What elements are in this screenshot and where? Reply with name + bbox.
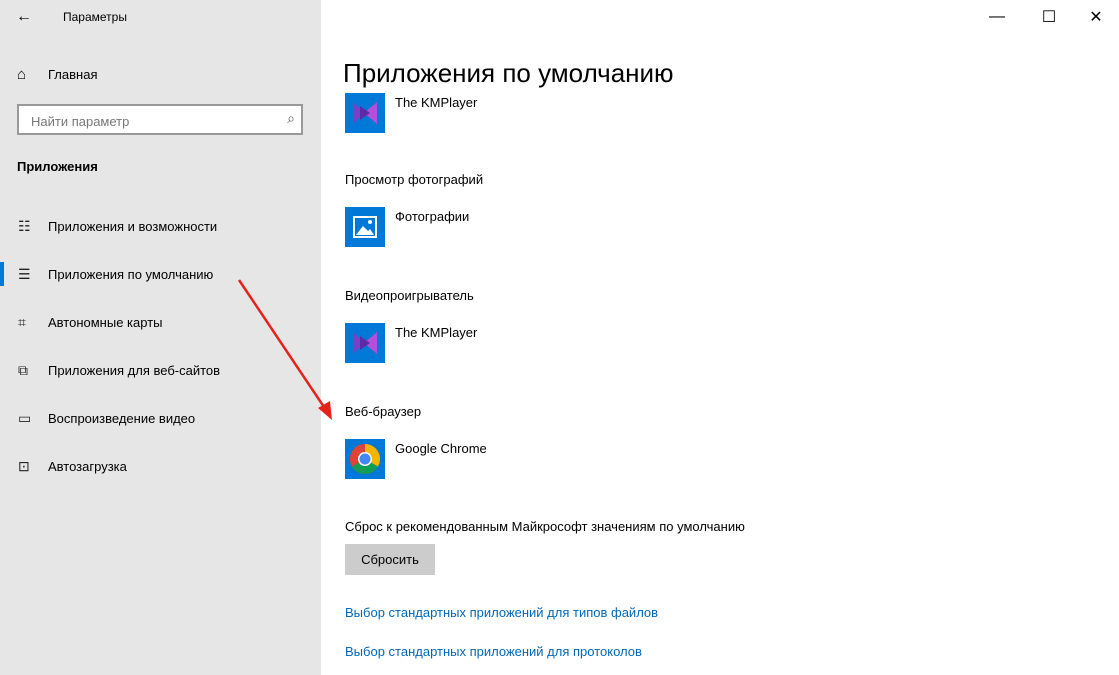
page-title: Приложения по умолчанию [343,58,674,88]
photos-icon [345,207,385,247]
default-app-top[interactable]: The KMPlayer [345,93,477,133]
app-name: The KMPlayer [395,325,478,340]
maximize-icon[interactable]: ☐ [1026,0,1072,34]
category-web-browser: Веб-браузер [345,404,422,419]
sidebar: ← Параметры ⌂ Главная ⌕ Приложения ☷ При… [0,0,321,675]
sidebar-item-label: Приложения для веб-сайтов [48,362,221,378]
sidebar-item-label: Автозагрузка [48,458,127,474]
app-name: The KMPlayer [395,95,478,110]
default-apps-icon: ☰ [18,265,31,282]
map-icon: ⌗ [18,313,26,330]
default-app-video-player[interactable]: The KMPlayer [345,323,477,363]
sidebar-item-video-playback[interactable]: ▭ Воспроизведение видео [0,398,321,438]
sidebar-item-default-apps[interactable]: ☰ Приложения по умолчанию [0,254,321,294]
minimize-icon[interactable]: — [974,0,1020,34]
back-arrow-icon[interactable]: ← [10,5,38,29]
window-title: Параметры [63,10,127,24]
startup-icon: ⊡ [18,457,30,474]
sidebar-item-offline-maps[interactable]: ⌗ Автономные карты [0,302,321,342]
app-name: Google Chrome [395,441,487,456]
home-icon: ⌂ [17,65,27,83]
section-title: Приложения [17,159,98,174]
search-input[interactable] [29,110,273,132]
active-indicator [0,262,4,286]
home-label: Главная [48,66,98,82]
list-icon: ☷ [18,217,31,234]
chrome-icon [345,439,385,479]
search-box: ⌕ [17,104,303,135]
reset-button[interactable]: Сбросить [345,544,435,575]
sidebar-item-apps-features[interactable]: ☷ Приложения и возможности [0,206,321,246]
main-content: — ☐ ✕ Приложения по умолчанию The KMPlay… [321,0,1119,675]
link-file-types[interactable]: Выбор стандартных приложений для типов ф… [345,605,658,620]
link-protocols[interactable]: Выбор стандартных приложений для протоко… [345,644,642,659]
default-app-photo-viewer[interactable]: Фотографии [345,207,469,247]
category-photo-viewer: Просмотр фотографий [345,172,484,187]
category-video-player: Видеопроигрыватель [345,288,474,303]
sidebar-item-label: Автономные карты [48,314,163,330]
search-icon[interactable]: ⌕ [287,110,295,127]
sidebar-item-label: Воспроизведение видео [48,410,196,426]
sidebar-item-apps-websites[interactable]: ⧉ Приложения для веб-сайтов [0,350,321,390]
video-icon: ▭ [18,409,32,426]
sidebar-item-startup[interactable]: ⊡ Автозагрузка [0,446,321,486]
close-icon[interactable]: ✕ [1073,0,1119,34]
kmplayer-icon [345,323,385,363]
app-name: Фотографии [395,209,470,224]
sidebar-item-label: Приложения и возможности [48,218,218,234]
reset-description: Сброс к рекомендованным Майкрософт значе… [345,519,745,534]
kmplayer-icon [345,93,385,133]
sidebar-item-label: Приложения по умолчанию [48,266,214,282]
default-app-web-browser[interactable]: Google Chrome [345,439,487,479]
home-link[interactable]: ⌂ Главная [17,62,97,86]
website-app-icon: ⧉ [18,361,28,378]
